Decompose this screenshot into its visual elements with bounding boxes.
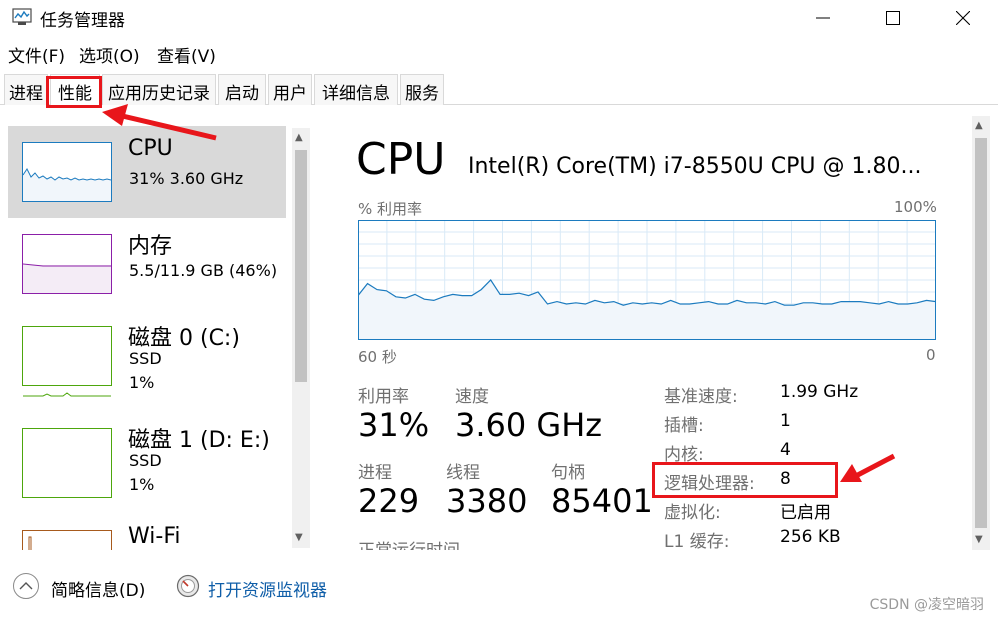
- main-scroll-down-icon[interactable]: ▼: [975, 534, 983, 545]
- graph-time-right: 0: [926, 346, 936, 364]
- info-value-base-speed: 1.99 GHz: [780, 382, 859, 402]
- close-icon: [955, 10, 971, 26]
- main-scroll-up-icon[interactable]: ▲: [975, 120, 983, 131]
- threads-value: 3380: [446, 482, 528, 520]
- disk0-thumbnail-graph: [23, 392, 111, 397]
- task-manager-icon: [12, 8, 32, 25]
- page-title: CPU: [356, 134, 446, 185]
- memory-thumbnail-graph: [22, 263, 111, 293]
- annotation-box-logical-processors: [652, 462, 838, 498]
- graph-time-left: 60 秒: [358, 348, 397, 366]
- open-resource-monitor-link[interactable]: 打开资源监视器: [208, 576, 327, 601]
- info-value-l1-cache: 256 KB: [780, 527, 841, 547]
- graph-label-utilization: % 利用率: [358, 200, 423, 218]
- resource-disk1-type: SSD: [129, 451, 162, 470]
- handles-label: 句柄: [551, 463, 585, 483]
- resource-list: CPU 31% 3.60 GHz 内存 5.5/11.9 GB (46%) 磁盘…: [0, 124, 318, 550]
- cpu-utilization-graph: [358, 220, 936, 340]
- info-label-virtualization: 虚拟化:: [664, 503, 721, 523]
- window-title: 任务管理器: [40, 11, 125, 31]
- fewer-details-link[interactable]: 简略信息(D): [51, 576, 145, 601]
- resource-memory[interactable]: 内存 5.5/11.9 GB (46%): [8, 218, 286, 310]
- tab-bar: 进程 性能 应用历史记录 启动 用户 详细信息 服务: [0, 74, 998, 106]
- minimize-icon: [816, 17, 830, 19]
- resource-wifi[interactable]: Wi-Fi: [8, 514, 286, 550]
- resource-wifi-title: Wi-Fi: [128, 524, 181, 549]
- disk1-thumbnail: [22, 428, 112, 498]
- tab-processes[interactable]: 进程: [4, 74, 48, 105]
- footer-bar: 简略信息(D) 打开资源监视器: [0, 562, 998, 622]
- tab-users[interactable]: 用户: [268, 74, 312, 105]
- utilization-value: 31%: [358, 406, 430, 444]
- minimize-button[interactable]: [788, 0, 858, 36]
- annotation-arrow-performance-tab: [102, 104, 217, 141]
- threads-label: 线程: [446, 463, 480, 483]
- uptime-label: 正常运行时间: [358, 536, 460, 550]
- memory-thumbnail: [22, 234, 112, 294]
- title-bar: 任务管理器: [0, 0, 998, 36]
- resource-monitor-icon: [176, 574, 200, 598]
- cpu-thumbnail: [22, 142, 112, 202]
- menu-file[interactable]: 文件(F): [8, 42, 65, 67]
- info-value-virtualization: 已启用: [780, 503, 831, 523]
- disk0-thumbnail: [22, 326, 112, 397]
- processes-value: 229: [358, 482, 420, 520]
- speed-label: 速度: [455, 387, 489, 407]
- info-label-l1-cache: L1 缓存:: [664, 532, 730, 552]
- resource-disk1-title: 磁盘 1 (D: E:): [128, 428, 270, 453]
- info-value-cores: 4: [780, 440, 791, 460]
- resource-list-scroll-thumb[interactable]: [295, 150, 307, 382]
- cpu-model: Intel(R) Core(TM) i7-8550U CPU @ 1.80...: [468, 154, 922, 179]
- resource-disk0-type: SSD: [129, 349, 162, 368]
- tab-app-history[interactable]: 应用历史记录: [102, 74, 216, 105]
- resource-disk0-title: 磁盘 0 (C:): [128, 326, 240, 351]
- maximize-button[interactable]: [858, 0, 928, 36]
- resource-disk1[interactable]: 磁盘 1 (D: E:) SSD 1%: [8, 412, 286, 504]
- handles-value: 85401: [551, 482, 653, 520]
- uptime-label-clip: 正常运行时间: [358, 536, 460, 550]
- annotation-arrow-logical-processors: [840, 453, 896, 482]
- main-panel-scroll-thumb[interactable]: [975, 138, 987, 528]
- speed-value: 3.60 GHz: [455, 406, 603, 444]
- menu-options[interactable]: 选项(O): [79, 42, 140, 67]
- tab-startup[interactable]: 启动: [218, 74, 266, 105]
- tab-services[interactable]: 服务: [400, 74, 444, 105]
- scroll-up-icon[interactable]: ▲: [295, 132, 303, 143]
- menu-view[interactable]: 查看(V): [157, 42, 216, 67]
- resource-list-scrollbar[interactable]: ▲ ▼: [292, 128, 310, 548]
- resource-memory-detail: 5.5/11.9 GB (46%): [129, 261, 278, 280]
- info-label-sockets: 插槽:: [664, 416, 704, 436]
- wifi-thumbnail: [22, 530, 112, 550]
- graph-label-max: 100%: [894, 198, 937, 216]
- info-label-base-speed: 基准速度:: [664, 387, 738, 407]
- resource-memory-title: 内存: [128, 234, 173, 259]
- close-button[interactable]: [928, 0, 998, 36]
- resource-disk1-usage: 1%: [129, 475, 155, 494]
- annotation-box-performance-tab: [46, 76, 102, 108]
- processes-label: 进程: [358, 463, 392, 483]
- utilization-label: 利用率: [358, 387, 409, 407]
- chevron-up-circle-icon[interactable]: [12, 572, 40, 600]
- resource-cpu-detail: 31% 3.60 GHz: [129, 169, 244, 188]
- main-panel-scrollbar[interactable]: ▲ ▼: [972, 116, 990, 550]
- maximize-icon: [886, 11, 900, 25]
- wifi-thumbnail-graph: [28, 536, 32, 550]
- watermark: CSDN @凌空暗羽: [869, 597, 984, 613]
- resource-disk0-usage: 1%: [129, 373, 155, 392]
- resource-disk0[interactable]: 磁盘 0 (C:) SSD 1%: [8, 310, 286, 402]
- info-value-sockets: 1: [780, 411, 791, 431]
- cpu-thumbnail-graph: [22, 168, 112, 201]
- tab-details[interactable]: 详细信息: [314, 74, 398, 105]
- scroll-down-icon[interactable]: ▼: [295, 532, 303, 543]
